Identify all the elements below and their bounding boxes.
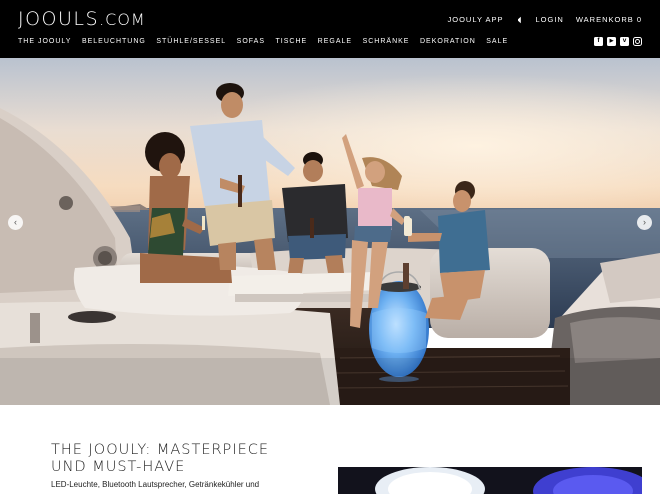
hero-image bbox=[0, 58, 660, 405]
nav-item-schraenke[interactable]: SCHRÄNKE bbox=[363, 38, 410, 45]
nav-item-sale[interactable]: SALE bbox=[486, 38, 508, 45]
nav-item-the-jooly[interactable]: THE JOOULY bbox=[18, 38, 71, 45]
vimeo-icon[interactable]: v bbox=[620, 37, 629, 46]
instagram-icon[interactable] bbox=[633, 37, 642, 46]
headline-line-1: THE JOOULY: MASTERPIECE bbox=[51, 442, 270, 458]
social-links: f ▶ v bbox=[594, 37, 642, 46]
nav-item-dekoration[interactable]: DEKORATION bbox=[420, 38, 476, 45]
section-description: LED-Leuchte, Bluetooth Lautsprecher, Get… bbox=[51, 480, 260, 489]
site-logo[interactable]: JOOULS.COM bbox=[18, 8, 146, 30]
section-headline: THE JOOULY: MASTERPIECE UND MUST-HAVE bbox=[51, 442, 269, 476]
cart-link[interactable]: WARENKORB 0 bbox=[576, 15, 642, 24]
utility-links: JOOULY APP LOGIN WARENKORB 0 bbox=[448, 15, 643, 24]
nav-item-tische[interactable]: TISCHE bbox=[276, 38, 308, 45]
speaker-icon[interactable] bbox=[516, 16, 524, 24]
login-link[interactable]: LOGIN bbox=[536, 15, 564, 24]
nav-item-stuehle-sessel[interactable]: STÜHLE/SESSEL bbox=[156, 38, 226, 45]
hero-next-button[interactable]: › bbox=[637, 215, 652, 230]
arrow-left-icon: ‹ bbox=[14, 217, 17, 227]
arrow-right-icon: › bbox=[643, 217, 646, 227]
logo-tld: .COM bbox=[99, 10, 146, 29]
header: JOOULS.COM JOOULY APP LOGIN WARENKORB 0 … bbox=[0, 0, 660, 58]
product-teaser-image bbox=[338, 467, 642, 494]
main-nav: THE JOOULY BELEUCHTUNG STÜHLE/SESSEL SOF… bbox=[18, 38, 519, 45]
headline-line-2: UND MUST-HAVE bbox=[51, 459, 186, 475]
logo-main: JOOULS bbox=[18, 8, 100, 30]
nav-item-sofas[interactable]: SOFAS bbox=[237, 38, 265, 45]
nav-item-regale[interactable]: REGALE bbox=[318, 38, 352, 45]
nav-item-beleuchtung[interactable]: BELEUCHTUNG bbox=[82, 38, 146, 45]
youtube-icon[interactable]: ▶ bbox=[607, 37, 616, 46]
hero-prev-button[interactable]: ‹ bbox=[8, 215, 23, 230]
facebook-icon[interactable]: f bbox=[594, 37, 603, 46]
jooly-app-link[interactable]: JOOULY APP bbox=[448, 15, 504, 24]
hero-slider: ‹ › bbox=[0, 58, 660, 405]
